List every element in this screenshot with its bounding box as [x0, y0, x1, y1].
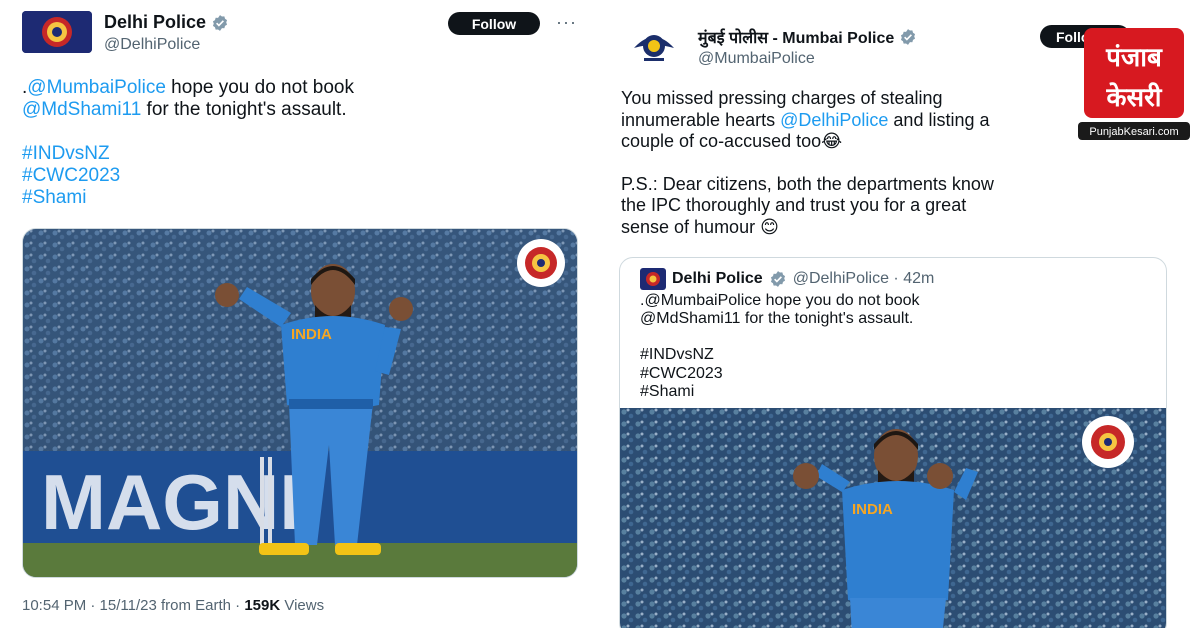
author-handle[interactable]: @DelhiPolice [104, 36, 229, 54]
quoted-tweet-card[interactable]: Delhi Police @DelhiPolice · 42m .@Mumbai… [619, 257, 1167, 628]
quoted-line-2: @MdShami11 for the tonight's assault. [640, 310, 914, 328]
tweet-line-2b: and listing a [888, 109, 990, 130]
follow-button[interactable]: Follow [448, 12, 540, 35]
verified-badge-icon [212, 14, 228, 31]
quoted-line-1: .@MumbaiPolice hope you do not book [640, 292, 920, 309]
quoted-hashtag-indvsnz: #INDvsNZ [640, 346, 714, 364]
mention-mdshami[interactable]: @MdShami11 [22, 99, 141, 120]
tweet-meta: 10:54 PM · 15/11/23 from Earth · 159K Vi… [22, 597, 324, 614]
quoted-hashtag-shami: #Shami [640, 382, 695, 400]
hashtag-cwc2023[interactable]: #CWC2023 [22, 165, 354, 187]
author-name[interactable]: Delhi Police [104, 12, 229, 33]
stadium-photo: MAGNI INDIA [23, 229, 577, 577]
views-count: 159K [244, 597, 281, 614]
author-handle[interactable]: @MumbaiPolice [698, 50, 917, 68]
delhi-police-avatar[interactable] [22, 11, 92, 53]
tweet-line-5: the IPC thoroughly and trust you for a g… [621, 195, 967, 215]
mention-mumbai-police[interactable]: @MumbaiPolice [27, 77, 166, 98]
tweet-line-6: sense of humour 😊 [621, 216, 779, 237]
quoted-avatar [640, 268, 666, 290]
tweet-body: .@MumbaiPolice hope you do not book @MdS… [22, 77, 354, 209]
quoted-tweet-header: Delhi Police @DelhiPolice · 42m [640, 268, 934, 290]
quoted-tweet-body: .@MumbaiPolice hope you do not book @MdS… [640, 292, 920, 401]
quoted-stadium-photo: INDIA [620, 408, 1166, 628]
logo-site: PunjabKesari.com [1089, 126, 1178, 138]
tweet-text-1: hope you do not book [165, 77, 354, 98]
verified-badge-icon [901, 29, 916, 45]
author-name-text[interactable]: Delhi Police [104, 12, 206, 33]
author-name-text[interactable]: मुंबई पोलीस - Mumbai Police [698, 26, 894, 48]
author-name[interactable]: मुंबई पोलीस - Mumbai Police [698, 26, 917, 48]
hashtag-indvsnz[interactable]: #INDvsNZ [22, 143, 354, 165]
author-block: Delhi Police @DelhiPolice [104, 12, 229, 54]
hashtag-shami[interactable]: #Shami [22, 187, 354, 209]
mumbai-police-avatar[interactable] [620, 26, 688, 66]
tweet-media-image[interactable]: MAGNI INDIA [22, 228, 578, 578]
views-label: Views [280, 597, 325, 614]
mention-delhi-police[interactable]: @DelhiPolice [780, 110, 888, 130]
author-block: मुंबई पोलीस - Mumbai Police @MumbaiPolic… [698, 26, 917, 68]
jersey-text: INDIA [291, 326, 332, 343]
quoted-handle-time: @DelhiPolice · 42m [792, 270, 935, 287]
punjab-kesari-logo: पंजाब केसरी PunjabKesari.com [1078, 28, 1190, 142]
quoted-jersey-text: INDIA [852, 501, 893, 518]
tweet-line-2a: innumerable hearts [621, 109, 781, 130]
tweet-timestamp[interactable]: 10:54 PM · 15/11/23 from Earth · [22, 597, 244, 614]
tweet-text-2: for the tonight's assault. [141, 99, 347, 120]
logo-line-1: पंजाब [1105, 43, 1163, 73]
quoted-media-image[interactable]: INDIA [620, 408, 1166, 628]
quoted-hashtag-cwc2023: #CWC2023 [640, 364, 723, 382]
logo-line-2: केसरी [1106, 82, 1163, 113]
panel-divider [596, 0, 604, 628]
tweet-line-4: P.S.: Dear citizens, both the department… [621, 173, 994, 194]
quoted-author-name: Delhi Police [672, 270, 763, 287]
delhi-police-tweet: Delhi Police @DelhiPolice Follow ··· .@M… [0, 0, 596, 628]
more-options-icon[interactable]: ··· [556, 12, 577, 33]
verified-badge-icon [770, 271, 785, 287]
